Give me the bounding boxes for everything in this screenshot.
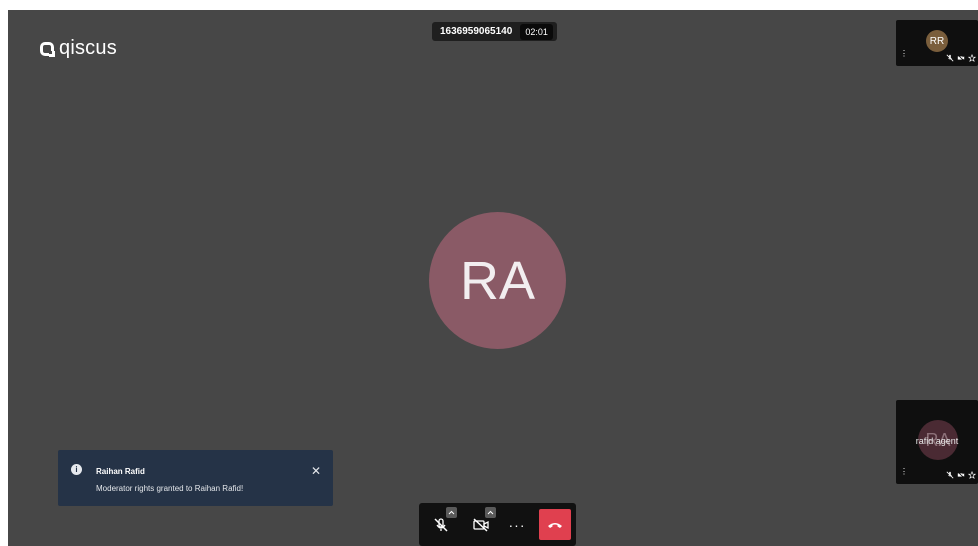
camera-off-icon bbox=[473, 518, 489, 532]
toast-message: Moderator rights granted to Raihan Rafid… bbox=[96, 484, 244, 493]
main-participant-avatar: RA bbox=[429, 212, 566, 349]
more-vertical-icon[interactable]: ⋮ bbox=[900, 468, 908, 476]
participant-thumbnail[interactable]: RA rafid agent ⋮ bbox=[896, 400, 978, 484]
session-info: 1636959065140 02:01 bbox=[432, 22, 557, 41]
status-icons bbox=[946, 471, 976, 479]
more-vertical-icon[interactable]: ⋮ bbox=[900, 50, 908, 58]
close-icon[interactable]: ✕ bbox=[311, 464, 321, 478]
avatar: RR bbox=[926, 30, 948, 52]
camera-off-icon bbox=[957, 54, 965, 62]
status-icons bbox=[946, 54, 976, 62]
more-options-button[interactable]: ··· bbox=[507, 515, 527, 535]
call-toolbar: ··· bbox=[419, 503, 576, 546]
video-settings-button[interactable] bbox=[485, 507, 496, 518]
star-icon bbox=[968, 471, 976, 479]
phone-hangup-icon bbox=[548, 522, 562, 528]
camera-toggle-button[interactable] bbox=[471, 515, 491, 535]
star-icon bbox=[968, 54, 976, 62]
chevron-up-icon bbox=[448, 510, 455, 515]
chevron-up-icon bbox=[487, 510, 494, 515]
brand-logo: qiscus bbox=[40, 37, 117, 60]
hangup-button[interactable] bbox=[539, 509, 571, 540]
brand-name: qiscus bbox=[59, 37, 117, 59]
room-id: 1636959065140 bbox=[440, 26, 513, 37]
participant-name: rafid agent bbox=[915, 436, 959, 446]
mic-off-icon bbox=[946, 54, 954, 62]
info-icon: i bbox=[71, 464, 82, 475]
call-timer: 02:01 bbox=[520, 23, 553, 40]
audio-settings-button[interactable] bbox=[446, 507, 457, 518]
qiscus-logo-icon bbox=[40, 41, 55, 57]
mic-off-icon bbox=[946, 471, 954, 479]
participant-thumbnail[interactable]: RR ⋮ bbox=[896, 20, 978, 66]
notification-toast: i Raihan Rafid Moderator rights granted … bbox=[58, 450, 333, 506]
camera-off-icon bbox=[957, 471, 965, 479]
mute-button[interactable] bbox=[431, 515, 451, 535]
mic-off-icon bbox=[434, 518, 448, 532]
video-stage: qiscus 1636959065140 02:01 RA RR ⋮ RA ra… bbox=[8, 10, 978, 546]
toast-title: Raihan Rafid bbox=[96, 467, 145, 476]
